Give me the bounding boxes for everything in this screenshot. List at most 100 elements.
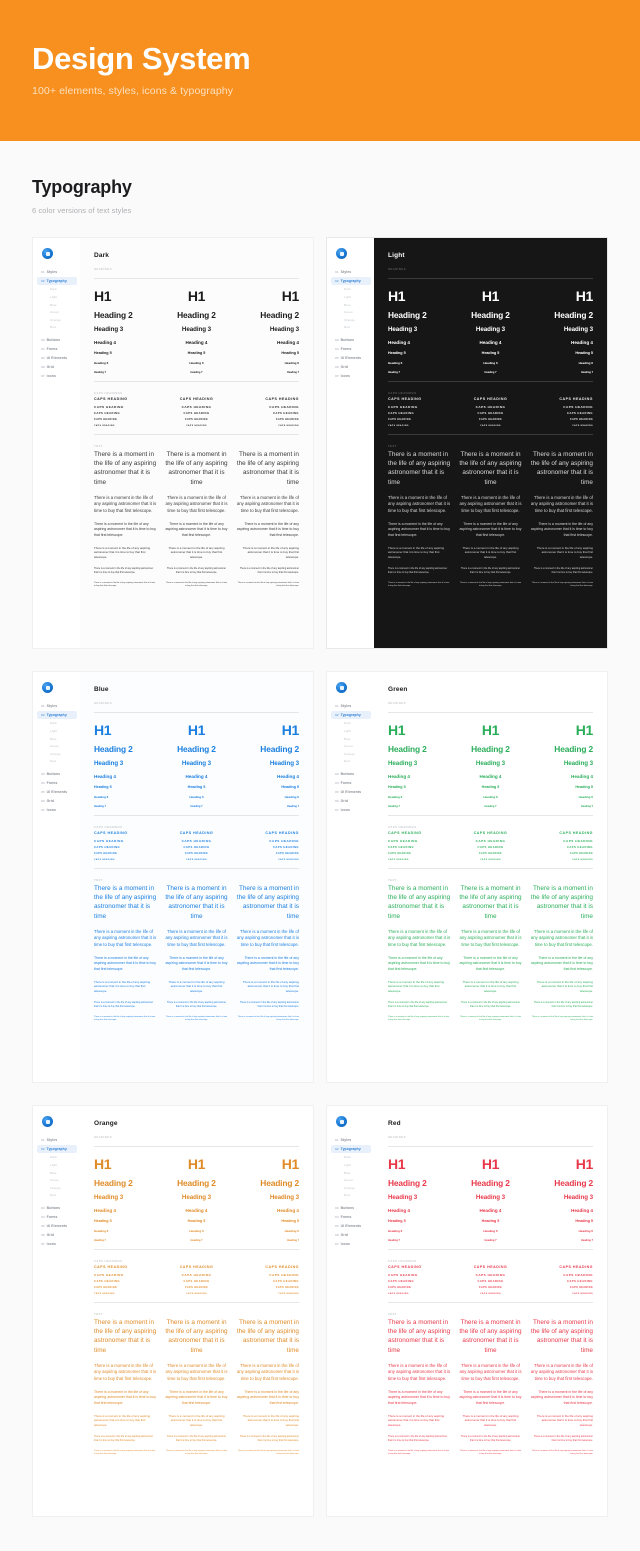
sidebar-item-styles[interactable]: 01 Styles — [37, 268, 77, 276]
sidebar-item-styles[interactable]: 01 Styles — [37, 1136, 77, 1144]
sidebar-subitem-light[interactable]: Light — [331, 294, 371, 301]
type-specimen-row: H1 H1 H1 — [94, 1156, 299, 1172]
sidebar-subitem-label: Red — [50, 759, 56, 764]
sidebar-item-number: 06 — [335, 1232, 339, 1237]
sidebar-subitem-light[interactable]: Light — [37, 1162, 77, 1169]
sidebar-subitem-green[interactable]: Green — [331, 309, 371, 316]
sidebar-item-grid[interactable]: 06 Grid — [37, 1231, 77, 1239]
type-p4-right: There is a moment in the life of any asp… — [242, 545, 299, 559]
sidebar-item-styles[interactable]: 01 Styles — [37, 702, 77, 710]
sidebar-subitem-red[interactable]: Red — [331, 1192, 371, 1199]
sidebar-subitem-blue[interactable]: Blue — [37, 301, 77, 308]
sidebar-item-ui-elements[interactable]: 05 UI Elements — [37, 354, 77, 362]
sidebar-subitem-blue[interactable]: Blue — [331, 301, 371, 308]
sidebar-subitem-dark[interactable]: Dark — [37, 1154, 77, 1161]
sidebar-subitem-light[interactable]: Light — [37, 294, 77, 301]
type-caps2-right: Caps heading — [269, 404, 299, 409]
sidebar-item-grid[interactable]: 06 Grid — [331, 797, 371, 805]
sidebar-item-forms[interactable]: 04 Forms — [331, 345, 371, 353]
sidebar-item-forms[interactable]: 04 Forms — [37, 1213, 77, 1221]
sidebar-item-styles[interactable]: 01 Styles — [331, 702, 371, 710]
sidebar-subitem-green[interactable]: Green — [331, 1177, 371, 1184]
sidebar-item-ui-elements[interactable]: 05 UI Elements — [37, 788, 77, 796]
sidebar-subitem-red[interactable]: Red — [37, 1192, 77, 1199]
sidebar-item-grid[interactable]: 06 Grid — [331, 1231, 371, 1239]
sidebar-subitem-red[interactable]: Red — [331, 324, 371, 331]
type-specimen-cell-center: Caps heading — [165, 1273, 227, 1277]
type-specimen-cell-right: Caps heading — [531, 839, 593, 843]
sidebar-subitem-dark[interactable]: Dark — [331, 720, 371, 727]
sidebar-item-ui-elements[interactable]: 05 UI Elements — [331, 354, 371, 362]
sidebar-subitem-blue[interactable]: Blue — [331, 735, 371, 742]
sidebar-item-buttons[interactable]: 03 Buttons — [37, 1204, 77, 1212]
sidebar-subitem-dark[interactable]: Dark — [37, 286, 77, 293]
type-h6-left: Heading 6 — [388, 794, 403, 799]
sidebar-subitem-orange[interactable]: Orange — [37, 1184, 77, 1191]
sidebar-item-grid[interactable]: 06 Grid — [331, 363, 371, 371]
type-specimen-cell-left: There is a moment in the life of any asp… — [94, 1390, 156, 1406]
sidebar-subitem-blue[interactable]: Blue — [37, 735, 77, 742]
sidebar-item-forms[interactable]: 04 Forms — [331, 779, 371, 787]
sidebar-subitem-dark[interactable]: Dark — [331, 1154, 371, 1161]
sidebar-subitem-orange[interactable]: Orange — [37, 750, 77, 757]
sidebar-subitem-blue[interactable]: Blue — [37, 1169, 77, 1176]
sidebar-item-forms[interactable]: 04 Forms — [37, 345, 77, 353]
sidebar-subitem-green[interactable]: Green — [37, 1177, 77, 1184]
sidebar-item-number: 05 — [335, 355, 339, 360]
type-specimen-cell-center: There is a moment in the life of any asp… — [459, 450, 521, 487]
sidebar-subitem-orange[interactable]: Orange — [37, 316, 77, 323]
sidebar-item-ui-elements[interactable]: 05 UI Elements — [331, 1222, 371, 1230]
sidebar-item-grid[interactable]: 06 Grid — [37, 363, 77, 371]
sidebar-item-icons[interactable]: 07 Icons — [37, 372, 77, 380]
sidebar-subitem-light[interactable]: Light — [331, 728, 371, 735]
sidebar-subitem-green[interactable]: Green — [37, 743, 77, 750]
sidebar-item-buttons[interactable]: 03 Buttons — [331, 1204, 371, 1212]
sidebar-item-buttons[interactable]: 03 Buttons — [331, 336, 371, 344]
sidebar-item-buttons[interactable]: 03 Buttons — [37, 336, 77, 344]
sidebar-item-icons[interactable]: 07 Icons — [331, 372, 371, 380]
sidebar-subitem-dark[interactable]: Dark — [37, 720, 77, 727]
sidebar-item-buttons[interactable]: 03 Buttons — [37, 770, 77, 778]
sidebar-item-icons[interactable]: 07 Icons — [37, 806, 77, 814]
sidebar-item-ui-elements[interactable]: 05 UI Elements — [37, 1222, 77, 1230]
sidebar-item-styles[interactable]: 01 Styles — [331, 268, 371, 276]
sidebar-subitem-label: Light — [344, 294, 352, 299]
sidebar-subitem-dark[interactable]: Dark — [331, 286, 371, 293]
type-caps1-right: Caps heading — [559, 397, 593, 402]
sidebar-subitem-orange[interactable]: Orange — [331, 750, 371, 757]
type-caps5-left: Caps heading — [94, 1292, 115, 1295]
sidebar-subitem-green[interactable]: Green — [331, 743, 371, 750]
type-p5-center: There is a moment in the life of any asp… — [166, 1435, 227, 1442]
sidebar-item-typography[interactable]: 02 Typography — [37, 277, 77, 286]
type-h7-center: Heading 7 — [190, 371, 203, 375]
sidebar-subitem-red[interactable]: Red — [37, 324, 77, 331]
type-p1-right: There is a moment in the life of any asp… — [236, 1318, 299, 1354]
sidebar-item-ui-elements[interactable]: 05 UI Elements — [331, 788, 371, 796]
sidebar-item-grid[interactable]: 06 Grid — [37, 797, 77, 805]
sidebar-subitem-blue[interactable]: Blue — [331, 1169, 371, 1176]
sidebar-item-styles[interactable]: 01 Styles — [331, 1136, 371, 1144]
sidebar-subitem-red[interactable]: Red — [331, 758, 371, 765]
sidebar-item-number: 07 — [41, 807, 45, 812]
sidebar-item-typography[interactable]: 02 Typography — [331, 277, 371, 286]
sidebar-item-forms[interactable]: 04 Forms — [331, 1213, 371, 1221]
sidebar-item-typography[interactable]: 02 Typography — [331, 1145, 371, 1154]
sidebar-subitem-green[interactable]: Green — [37, 309, 77, 316]
sidebar-item-buttons[interactable]: 03 Buttons — [331, 770, 371, 778]
sidebar-item-typography[interactable]: 02 Typography — [331, 711, 371, 720]
sidebar-subitem-red[interactable]: Red — [37, 758, 77, 765]
type-p2-left: There is a moment in the life of any asp… — [388, 494, 451, 513]
sidebar-item-typography[interactable]: 02 Typography — [37, 711, 77, 720]
type-specimen-cell-left: There is a moment in the life of any asp… — [94, 1016, 156, 1022]
sidebar-item-forms[interactable]: 04 Forms — [37, 779, 77, 787]
sidebar-item-icons[interactable]: 07 Icons — [37, 1240, 77, 1248]
sidebar-subitem-orange[interactable]: Orange — [331, 1184, 371, 1191]
sidebar-subitem-light[interactable]: Light — [37, 728, 77, 735]
type-p4-right: There is a moment in the life of any asp… — [536, 545, 593, 559]
sidebar-item-icons[interactable]: 07 Icons — [331, 806, 371, 814]
sidebar-subitem-orange[interactable]: Orange — [331, 316, 371, 323]
sidebar-item-typography[interactable]: 02 Typography — [37, 1145, 77, 1154]
sidebar-item-icons[interactable]: 07 Icons — [331, 1240, 371, 1248]
type-p3-right: There is a moment in the life of any asp… — [236, 522, 299, 537]
sidebar-subitem-light[interactable]: Light — [331, 1162, 371, 1169]
